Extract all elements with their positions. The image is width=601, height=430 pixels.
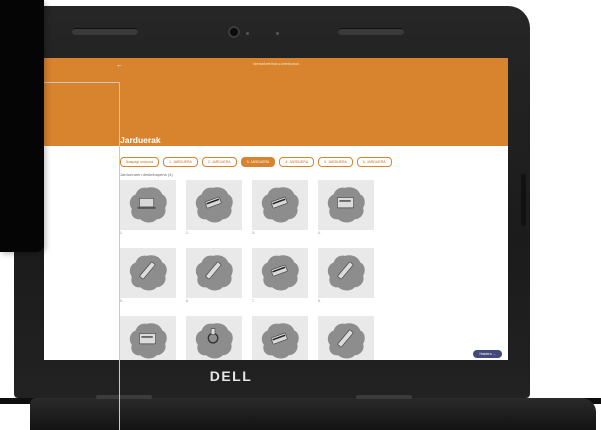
tag-icon xyxy=(261,187,299,223)
activity-card[interactable]: 9. xyxy=(120,316,176,360)
tag-icon xyxy=(195,187,233,223)
clip-icon xyxy=(195,323,233,359)
activity-card[interactable]: 6. xyxy=(186,248,242,303)
card-caption: 5. xyxy=(120,299,123,303)
card-icon xyxy=(327,187,365,223)
brand-logo: DELL xyxy=(209,368,253,384)
tab-activity-4[interactable]: 4. JARDUERA xyxy=(279,157,315,167)
card-grid: 1. 2. 3. 4. 5. 6. 7. 8. 9.10.11.12. xyxy=(120,180,374,360)
card-icon xyxy=(129,323,167,359)
webcam-icon xyxy=(228,26,240,38)
dark-device-edge xyxy=(0,0,44,252)
tab-overview[interactable]: Ikuspegi orokorra xyxy=(120,157,160,167)
card-caption: 6. xyxy=(186,299,189,303)
activity-card[interactable]: 10. xyxy=(186,316,242,360)
laptop-icon xyxy=(129,187,167,223)
card-caption: 4. xyxy=(318,231,321,235)
guide-line-vertical xyxy=(119,82,120,430)
activity-card[interactable]: 8. xyxy=(318,248,374,303)
activity-card[interactable]: 5. xyxy=(120,248,176,303)
hinge-right xyxy=(356,395,412,399)
bezel-notch xyxy=(521,174,526,226)
camera-dot xyxy=(246,32,249,35)
laptop-screen: ← Izena/izenburu-izenburua Jarduerak Iku… xyxy=(44,58,508,360)
pencil-icon xyxy=(327,255,365,291)
activity-card[interactable]: 11. xyxy=(252,316,308,360)
activity-card[interactable]: 3. xyxy=(252,180,308,235)
activity-card[interactable]: 1. xyxy=(120,180,176,235)
tab-activity-3[interactable]: 3. JARDUERA xyxy=(240,157,276,167)
bezel-slot-right xyxy=(338,28,404,35)
activity-card[interactable]: 12. xyxy=(318,316,374,360)
card-caption: 8. xyxy=(318,299,321,303)
card-caption: 2. xyxy=(186,231,189,235)
card-caption: 1. xyxy=(120,231,123,235)
section-label: Jardueraren deskribapena (4) xyxy=(120,172,173,177)
tag-icon xyxy=(261,255,299,291)
tag-icon xyxy=(261,323,299,359)
card-caption: 7. xyxy=(252,299,255,303)
camera-sensor xyxy=(276,32,279,35)
activity-card[interactable]: 4. xyxy=(318,180,374,235)
page-title: Jarduerak xyxy=(120,135,161,145)
tab-activity-5[interactable]: 5. JARDUERA xyxy=(318,157,353,167)
pencil-icon xyxy=(195,255,233,291)
laptop-bezel: ← Izena/izenburu-izenburua Jarduerak Iku… xyxy=(14,6,530,398)
tab-activity-2[interactable]: 2. JARDUERA xyxy=(201,157,237,167)
start-button[interactable]: Hasiera → xyxy=(473,350,502,358)
hinge-left xyxy=(96,395,152,399)
guide-line-horizontal xyxy=(44,82,120,83)
tab-activity-6[interactable]: 6. JARDUERA xyxy=(356,157,392,167)
laptop-base xyxy=(30,398,596,430)
page-header: ← Izena/izenburu-izenburua Jarduerak xyxy=(44,58,508,146)
activity-card[interactable]: 7. xyxy=(252,248,308,303)
tab-activity-1[interactable]: 1. JARDUERA xyxy=(163,157,198,167)
tab-bar: Ikuspegi orokorra 1. JARDUERA 2. JARDUER… xyxy=(120,157,392,167)
bezel-slot-left xyxy=(72,28,138,35)
activity-card[interactable]: 2. xyxy=(186,180,242,235)
pencil-icon xyxy=(129,255,167,291)
card-caption: 3. xyxy=(252,231,255,235)
app-title: Izena/izenburu-izenburua xyxy=(253,61,299,66)
pencil-icon xyxy=(327,323,365,359)
